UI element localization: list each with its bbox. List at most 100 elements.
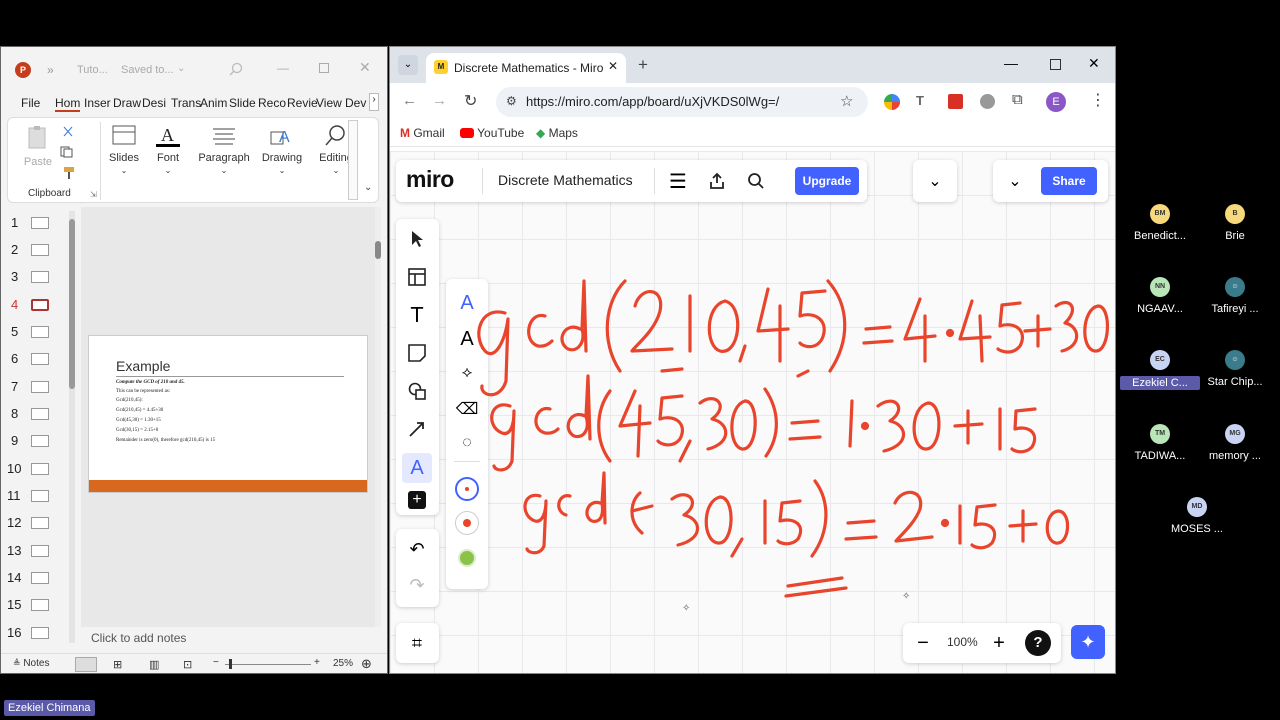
maximize-icon[interactable] [319,63,329,73]
close-window-icon[interactable]: ✕ [1088,55,1100,72]
tab-search-icon[interactable]: ⌄ [398,55,418,75]
participant-tile[interactable]: B Brie [1195,204,1275,242]
participant-tile[interactable]: BM Benedict... [1120,204,1200,242]
slide-thumb[interactable]: 6 [1,349,61,369]
search-icon[interactable] [742,167,770,195]
frame-icon[interactable]: ⌗ [403,629,431,657]
participant-tile[interactable]: TM TADIWA... [1120,424,1200,462]
ai-assist-icon[interactable]: ✦ [1071,625,1105,659]
more-apps-icon[interactable]: + [408,491,426,509]
slide-thumb[interactable]: 16 [1,623,61,643]
slide-thumb[interactable]: 1 [1,213,61,233]
notes-placeholder[interactable]: Click to add notes [81,627,381,649]
maximize-icon[interactable] [1050,59,1061,70]
slide-thumb-active[interactable]: 4 [1,295,61,315]
site-info-icon[interactable]: ⚙ [506,94,517,108]
paragraph-button[interactable]: Paragraph ⌄ [196,124,252,176]
miro-board[interactable]: miro Discrete Mathematics ☰ Upgrade ⌄ ⌄ … [390,151,1115,673]
tab-animations[interactable]: Anim [200,96,227,110]
extension-icon[interactable] [884,94,900,110]
chevron-double-down-icon[interactable]: ⌄ [1001,167,1029,195]
zoom-slider[interactable] [225,659,311,669]
close-icon[interactable]: ✕ [359,59,371,76]
thumbnail-scrollbar[interactable] [69,211,75,643]
slide-thumb[interactable]: 12 [1,513,61,533]
sticky-note-icon[interactable] [403,339,431,367]
minimize-icon[interactable]: — [277,61,289,75]
upgrade-button[interactable]: Upgrade [795,167,859,195]
slide-sorter-icon[interactable]: ⊞ [113,658,122,671]
normal-view-icon[interactable] [75,657,97,672]
saved-status[interactable]: Saved to... [121,64,174,76]
text-tool-icon[interactable]: T [403,301,431,329]
format-painter-icon[interactable] [62,166,76,180]
search-icon[interactable] [229,62,243,76]
translate-extension-icon[interactable]: T [916,93,924,108]
pdf-extension-icon[interactable] [948,94,963,109]
zoom-out-icon[interactable]: − [909,629,937,657]
cut-icon[interactable] [62,126,74,138]
canvas-scrollbar[interactable] [375,207,381,627]
chevron-down-icon[interactable]: ⌄ [177,63,185,74]
expand-icon[interactable]: » [47,63,54,77]
chrome-menu-icon[interactable]: ⋮ [1090,90,1106,110]
tab-transitions[interactable]: Trans [171,96,201,110]
extensions-puzzle-icon[interactable]: ⧉ [1012,91,1023,108]
browser-tab[interactable]: M Discrete Mathematics - Miro ✕ [426,53,626,83]
slideshow-icon[interactable]: ⊡ [183,658,192,671]
slide-thumb[interactable]: 11 [1,486,61,506]
participant-tile[interactable]: MD MOSES ... [1157,497,1237,535]
forward-icon[interactable]: → [432,92,447,109]
help-button[interactable]: ? [1025,630,1051,656]
share-button[interactable]: Share [1041,167,1097,195]
zoom-level[interactable]: 25% [333,658,353,669]
tab-draw[interactable]: Draw [113,96,141,110]
copy-icon[interactable] [60,146,80,158]
participant-tile[interactable]: ☺ Star Chip... [1195,350,1275,388]
tab-review[interactable]: Revie [287,96,318,110]
export-icon[interactable] [703,167,731,195]
reload-icon[interactable]: ↻ [464,91,477,111]
slide-thumb[interactable]: 8 [1,404,61,424]
slide-thumb[interactable]: 9 [1,431,61,451]
tab-insert[interactable]: Inser [84,96,111,110]
participant-tile[interactable]: MG memory ... [1195,424,1275,462]
chevron-double-down-icon[interactable]: ⌄ [921,167,949,195]
slide-thumb[interactable]: 7 [1,377,61,397]
globe-extension-icon[interactable] [980,94,995,109]
back-icon[interactable]: ← [402,92,417,109]
zoom-out-icon[interactable]: − [213,657,219,668]
connection-line-icon[interactable] [403,415,431,443]
slide-preview[interactable]: Example Compute the GCD of 210 and 45. T… [88,335,368,493]
pen-tool-icon[interactable]: A [402,453,432,483]
paste-button[interactable]: Paste [18,124,58,168]
clipboard-dialog-icon[interactable]: ⇲ [90,190,97,199]
templates-icon[interactable] [403,263,431,291]
drawing-button[interactable]: A Drawing ⌄ [256,124,308,176]
board-name[interactable]: Discrete Mathematics [498,172,633,188]
tab-home[interactable]: Hom [55,96,81,112]
zoom-in-icon[interactable]: + [314,657,320,668]
fit-to-window-icon[interactable]: ⊕ [361,656,372,672]
menu-icon[interactable]: ☰ [664,167,692,195]
slide-thumb[interactable]: 15 [1,595,61,615]
tab-slideshow[interactable]: Slide [229,96,256,110]
reading-view-icon[interactable]: ▥ [149,658,159,671]
new-tab-icon[interactable]: + [638,55,648,75]
shapes-icon[interactable] [403,377,431,405]
tab-design[interactable]: Desi [142,96,166,110]
participant-tile[interactable]: EC Ezekiel C... [1120,350,1200,390]
slide-thumb[interactable]: 3 [1,267,61,287]
address-bar[interactable]: ⚙ https://miro.com/app/board/uXjVKDS0lWg… [496,87,868,117]
slide-thumb[interactable]: 14 [1,568,61,588]
close-tab-icon[interactable]: ✕ [608,59,618,73]
slide-thumb[interactable]: 2 [1,240,61,260]
bookmark-maps[interactable]: ◆ Maps [536,126,578,140]
tab-file[interactable]: File [21,96,40,110]
profile-avatar[interactable]: E [1046,92,1066,112]
tab-developer[interactable]: Dev [345,96,366,110]
font-button[interactable]: A Font ⌄ [148,124,188,176]
bookmark-star-icon[interactable]: ☆ [840,92,853,110]
redo-icon[interactable]: ↷ [403,571,431,599]
ribbon-scroll[interactable] [348,120,358,200]
